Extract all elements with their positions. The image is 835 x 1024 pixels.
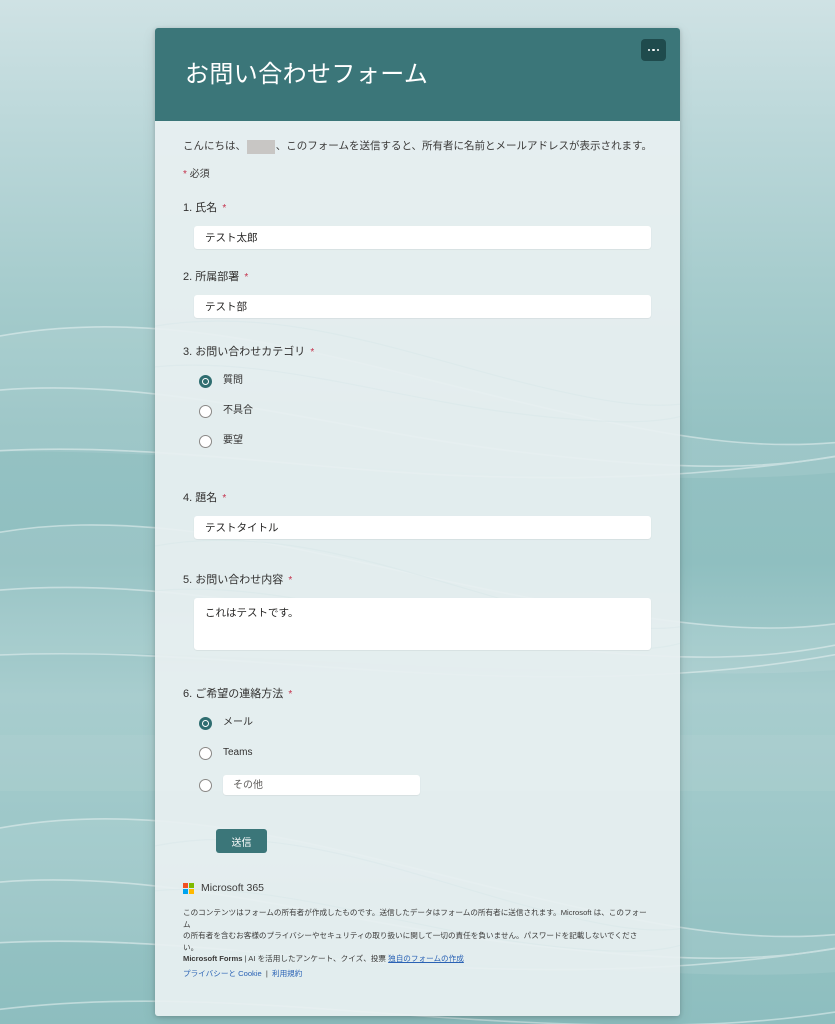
- question-4-number: 4.: [183, 492, 193, 504]
- required-label: 必須: [189, 169, 210, 180]
- question-5-required: *: [288, 575, 293, 586]
- question-4-required: *: [222, 493, 227, 504]
- radio-icon-bug[interactable]: [199, 404, 212, 418]
- legal-links-row: プライバシーと Cookie | 利用規約: [183, 968, 652, 979]
- required-note: * 必須: [183, 165, 652, 180]
- privacy-cookies-link[interactable]: プライバシーと Cookie: [183, 969, 262, 978]
- logo-square-green: [189, 882, 194, 888]
- create-own-form-link[interactable]: 独自のフォームの作成: [388, 954, 464, 963]
- category-option-bug-label: 不具合: [223, 405, 253, 416]
- microsoft-logo-icon: [183, 882, 194, 894]
- submit-row: 送信: [216, 829, 652, 853]
- legal-line-2: の所有者を含むお客様のプライバシーやセキュリティの取り扱いに関して一切の責任を負…: [183, 931, 638, 952]
- question-6: 6. ご希望の連絡方法 * メール Teams: [183, 686, 652, 795]
- question-1-number: 1.: [183, 202, 193, 214]
- inquiry-body-field[interactable]: [194, 598, 651, 650]
- more-options-button[interactable]: [641, 39, 666, 61]
- question-2-title: 所属部署: [195, 271, 240, 283]
- contact-option-email[interactable]: メール: [199, 715, 652, 731]
- department-field[interactable]: [194, 295, 651, 318]
- form-body: こんにちは、 、このフォームを送信すると、所有者に名前とメールアドレスが表示され…: [155, 121, 680, 853]
- question-5-number: 5.: [183, 574, 193, 586]
- question-2-label: 2. 所属部署 *: [183, 269, 652, 286]
- question-6-title: ご希望の連絡方法: [195, 688, 284, 700]
- microsoft-brand-name: Microsoft 365: [201, 882, 265, 894]
- logo-square-blue: [183, 888, 188, 894]
- question-1-title: 氏名: [195, 202, 218, 214]
- other-contact-field[interactable]: [223, 775, 420, 795]
- forms-tagline: | AI を活用したアンケート、クイズ、投票: [244, 954, 386, 963]
- forms-product-name: Microsoft Forms: [183, 954, 243, 963]
- logo-square-red: [183, 882, 188, 888]
- category-option-question-label: 質問: [223, 375, 243, 386]
- greeting-suffix: 、このフォームを送信すると、所有者に名前とメールアドレスが表示されます。: [275, 140, 652, 152]
- contact-option-other[interactable]: [199, 775, 652, 795]
- contact-option-email-label: メール: [223, 717, 253, 728]
- category-option-question[interactable]: 質問: [199, 373, 652, 389]
- contact-option-teams[interactable]: Teams: [199, 745, 652, 761]
- required-asterisk: *: [183, 169, 187, 180]
- more-dot-2: [652, 48, 655, 52]
- question-5: 5. お問い合わせ内容 *: [183, 572, 652, 655]
- question-2-number: 2.: [183, 271, 193, 283]
- subject-field[interactable]: [194, 516, 651, 539]
- question-6-number: 6.: [183, 688, 193, 700]
- legal-links-separator: |: [265, 968, 268, 978]
- more-dot-1: [647, 48, 651, 52]
- contact-option-teams-label: Teams: [223, 747, 253, 758]
- radio-icon-teams[interactable]: [199, 746, 212, 760]
- question-3-label: 3. お問い合わせカテゴリ *: [183, 344, 652, 361]
- microsoft-brand-row: Microsoft 365: [183, 881, 652, 895]
- greeting-text: こんにちは、 、このフォームを送信すると、所有者に名前とメールアドレスが表示され…: [183, 139, 652, 154]
- forms-attribution-line: Microsoft Forms | AI を活用したアンケート、クイズ、投票 独…: [183, 953, 652, 965]
- category-option-request[interactable]: 要望: [199, 433, 652, 449]
- question-2: 2. 所属部署 *: [183, 269, 652, 318]
- question-1-label: 1. 氏名 *: [183, 200, 652, 217]
- radio-icon-request[interactable]: [199, 434, 212, 448]
- question-1-required: *: [222, 203, 227, 214]
- question-4: 4. 題名 *: [183, 490, 652, 539]
- radio-icon-other[interactable]: [199, 778, 212, 792]
- question-3-title: お問い合わせカテゴリ: [195, 346, 306, 358]
- redacted-user-name: [247, 139, 275, 154]
- submit-button[interactable]: 送信: [216, 829, 267, 853]
- greeting-prefix: こんにちは、: [183, 140, 246, 152]
- radio-icon-question[interactable]: [199, 374, 212, 388]
- form-footer: Microsoft 365 このコンテンツはフォームの所有者が作成したものです。…: [155, 881, 680, 989]
- question-3-number: 3.: [183, 346, 193, 358]
- radio-icon-email[interactable]: [199, 716, 212, 730]
- question-4-title: 題名: [195, 492, 218, 504]
- form-header: お問い合わせフォーム: [155, 28, 680, 121]
- category-option-request-label: 要望: [223, 435, 243, 446]
- name-field[interactable]: [194, 226, 651, 249]
- more-dot-3: [656, 48, 660, 52]
- legal-line-1: このコンテンツはフォームの所有者が作成したものです。送信したデータはフォームの所…: [183, 908, 647, 929]
- question-3: 3. お問い合わせカテゴリ * 質問 不具合 要望: [183, 344, 652, 449]
- terms-of-use-link[interactable]: 利用規約: [272, 969, 302, 978]
- legal-disclaimer: このコンテンツはフォームの所有者が作成したものです。送信したデータはフォームの所…: [183, 907, 652, 965]
- question-4-label: 4. 題名 *: [183, 490, 652, 507]
- question-5-label: 5. お問い合わせ内容 *: [183, 572, 652, 589]
- logo-square-yellow: [189, 888, 194, 894]
- form-card: お問い合わせフォーム こんにちは、 、このフォームを送信すると、所有者に名前とメ…: [155, 28, 680, 1016]
- category-option-bug[interactable]: 不具合: [199, 403, 652, 419]
- question-3-required: *: [310, 347, 315, 358]
- question-6-required: *: [288, 689, 293, 700]
- question-2-required: *: [244, 272, 249, 283]
- question-6-label: 6. ご希望の連絡方法 *: [183, 686, 652, 703]
- page-title: お問い合わせフォーム: [185, 61, 429, 88]
- question-1: 1. 氏名 *: [183, 200, 652, 249]
- question-5-title: お問い合わせ内容: [195, 574, 284, 586]
